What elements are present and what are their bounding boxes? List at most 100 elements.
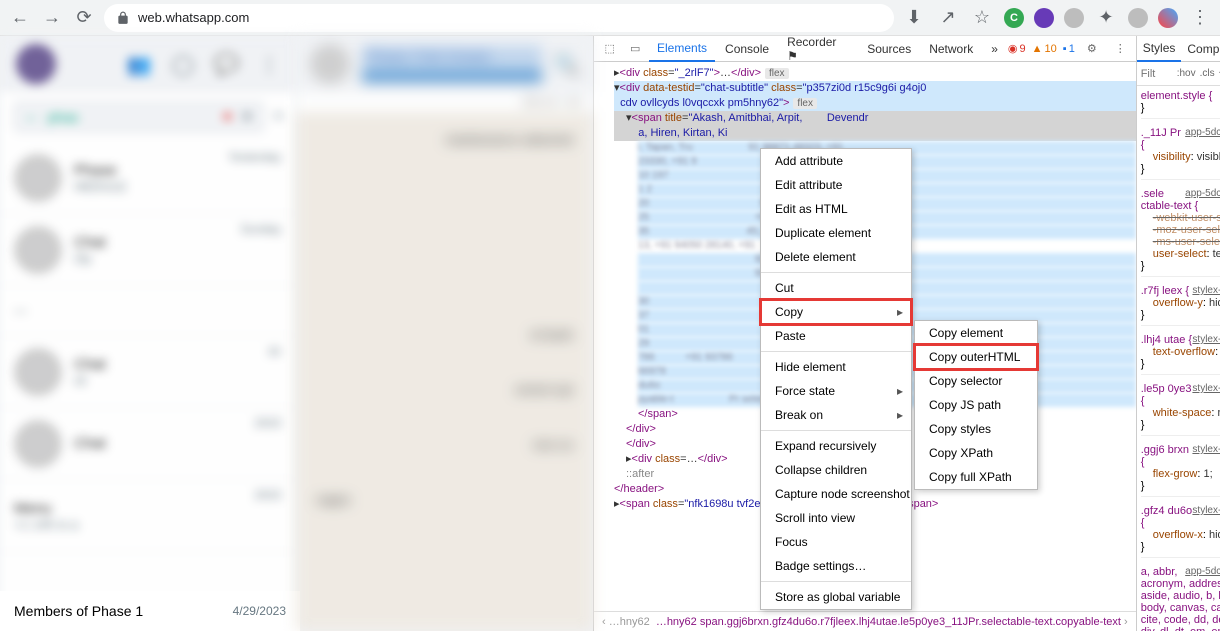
tab-computed[interactable]: Computed [1181, 36, 1220, 62]
chat-item[interactable]: PhaseHEDULE Yesterday [0, 142, 295, 214]
tab-more[interactable]: » [983, 36, 1006, 62]
clear-icon[interactable]: ✕ [240, 107, 253, 127]
chat-header[interactable]: Phase Trial Vivaan 🔍 [296, 36, 593, 92]
download-icon[interactable]: ⬇ [902, 6, 926, 30]
share-icon[interactable]: ↗ [936, 6, 960, 30]
browser-toolbar: ← → ⟳ web.whatsapp.com ⬇ ↗ ☆ C ✦ ⋮ [0, 0, 1220, 36]
menu-item[interactable]: Copy full XPath [915, 465, 1037, 489]
my-avatar[interactable] [16, 44, 56, 84]
dimensions-tooltip: 201.41 × 20 [296, 92, 593, 112]
menu-item[interactable]: Copy [761, 300, 911, 324]
tab-recorder[interactable]: Recorder ⚑ [779, 36, 857, 62]
chat-avatar [14, 226, 62, 274]
message: sages [316, 492, 573, 507]
cls-button[interactable]: .cls [1200, 68, 1215, 79]
chat-item[interactable]: ChatOp Sunday [0, 214, 295, 286]
chat-item[interactable]: — [0, 286, 295, 336]
status-icon[interactable]: ◯ [172, 52, 194, 77]
menu-button[interactable]: ⋮ [1188, 6, 1212, 30]
message: et bank [316, 327, 573, 342]
menu-item[interactable]: Collapse children [761, 458, 911, 482]
device-icon[interactable]: ▭ [624, 37, 648, 61]
lock-icon [116, 11, 130, 25]
menu-item[interactable]: Delete element [761, 245, 911, 269]
message: vice so [316, 437, 573, 452]
menu-item[interactable]: Edit as HTML [761, 197, 911, 221]
breadcrumb[interactable]: ‹ …hny62 …hny62 span.ggj6brxn.gfz4du6o.r… [594, 611, 1136, 631]
menu-item[interactable]: Force state [761, 379, 911, 403]
search-text: phas [48, 109, 78, 125]
menu-item[interactable]: Copy selector [915, 369, 1037, 393]
forward-button[interactable]: → [40, 6, 64, 30]
menu-item[interactable]: Store as global variable [761, 585, 911, 609]
warning-count[interactable]: ▲10 [1032, 43, 1057, 55]
menu-item[interactable]: Add attribute [761, 149, 911, 173]
extension-icon[interactable]: C [1004, 8, 1024, 28]
extensions-button[interactable]: ✦ [1094, 6, 1118, 30]
extension-icon[interactable] [1034, 8, 1054, 28]
reload-button[interactable]: ⟳ [72, 6, 96, 30]
group-avatar[interactable] [310, 44, 350, 84]
more-icon[interactable]: ⋮ [1109, 42, 1132, 55]
menu-item[interactable]: Copy styles [915, 417, 1037, 441]
members-row[interactable]: Members of Phase 1 4/29/2023 [0, 591, 300, 631]
back-button[interactable]: ← [8, 6, 32, 30]
extension-icon[interactable] [1128, 8, 1148, 28]
search-icon[interactable]: 🔍 [554, 52, 579, 77]
menu-item[interactable]: Copy element [915, 321, 1037, 345]
profile-avatar[interactable] [1158, 8, 1178, 28]
extension-icon[interactable] [1064, 8, 1084, 28]
menu-item[interactable]: Expand recursively [761, 434, 911, 458]
back-arrow-icon[interactable]: ← [24, 108, 40, 126]
filter-input[interactable] [1141, 68, 1173, 80]
chat-item[interactable]: Menu+1 145 is a 2023 [0, 480, 295, 552]
search-bar: ← phas ● ✕ ≡ [0, 92, 295, 142]
settings-icon[interactable]: ⚙ [1081, 42, 1103, 55]
menu-item[interactable]: Copy JS path [915, 393, 1037, 417]
tab-console[interactable]: Console [717, 36, 777, 62]
whatsapp-app: 👥 ◯ 💬 ⋮ ← phas ● ✕ ≡ PhaseHEDULE [0, 36, 593, 631]
menu-item[interactable]: Focus [761, 530, 911, 554]
inspect-icon[interactable]: ⬚ [598, 37, 622, 61]
info-count[interactable]: ▪1 [1063, 43, 1075, 55]
chat-title: Phase Trial Vivaan [362, 46, 542, 67]
tab-elements[interactable]: Elements [649, 36, 715, 62]
menu-item[interactable]: Copy XPath [915, 441, 1037, 465]
chat-item[interactable]: Chat 2023 [0, 408, 295, 480]
menu-item[interactable]: Edit attribute [761, 173, 911, 197]
styles-filter: :hov .cls + ⬚ ▭ [1137, 62, 1220, 86]
menu-item[interactable]: Paste [761, 324, 911, 348]
menu-item[interactable]: Capture node screenshot [761, 482, 911, 506]
wa-header: 👥 ◯ 💬 ⋮ [0, 36, 295, 92]
star-icon[interactable]: ☆ [970, 6, 994, 30]
menu-item[interactable]: Hide element [761, 355, 911, 379]
context-submenu: Copy elementCopy outerHTMLCopy selectorC… [914, 320, 1038, 490]
menu-item[interactable]: Scroll into view [761, 506, 911, 530]
messages-area[interactable]: maintenance attached et bank ement opt v… [296, 112, 593, 631]
error-count[interactable]: ◉9 [1008, 42, 1026, 55]
message: ement opt [316, 382, 573, 397]
menu-item[interactable]: Break on [761, 403, 911, 427]
menu-item[interactable]: Copy outerHTML [915, 345, 1037, 369]
chat-item[interactable]: Chatrd dv [0, 336, 295, 408]
address-bar[interactable]: web.whatsapp.com [104, 4, 894, 32]
chat-avatar [14, 420, 62, 468]
search-input[interactable]: ← phas ● ✕ [12, 100, 266, 134]
hov-button[interactable]: :hov [1177, 68, 1196, 79]
tab-styles[interactable]: Styles [1137, 36, 1182, 62]
menu-item[interactable]: Badge settings… [761, 554, 911, 578]
filter-icon[interactable]: ≡ [274, 108, 283, 126]
url-text: web.whatsapp.com [138, 10, 249, 25]
tab-network[interactable]: Network [921, 36, 981, 62]
browser-actions: ⬇ ↗ ☆ C ✦ ⋮ [902, 6, 1212, 30]
communities-icon[interactable]: 👥 [127, 52, 152, 77]
tab-sources[interactable]: Sources [859, 36, 919, 62]
menu-item[interactable]: Duplicate element [761, 221, 911, 245]
chat-list-panel: 👥 ◯ 💬 ⋮ ← phas ● ✕ ≡ PhaseHEDULE [0, 36, 296, 631]
chat-list[interactable]: PhaseHEDULE Yesterday ChatOp Sunday — Ch… [0, 142, 295, 631]
new-chat-icon[interactable]: 💬 [214, 52, 239, 77]
menu-item[interactable]: Cut [761, 276, 911, 300]
members-date: 4/29/2023 [233, 604, 286, 618]
menu-icon[interactable]: ⋮ [259, 52, 279, 77]
css-rules[interactable]: element.style {}app-5dc7921…6771f.css:3.… [1137, 86, 1220, 631]
